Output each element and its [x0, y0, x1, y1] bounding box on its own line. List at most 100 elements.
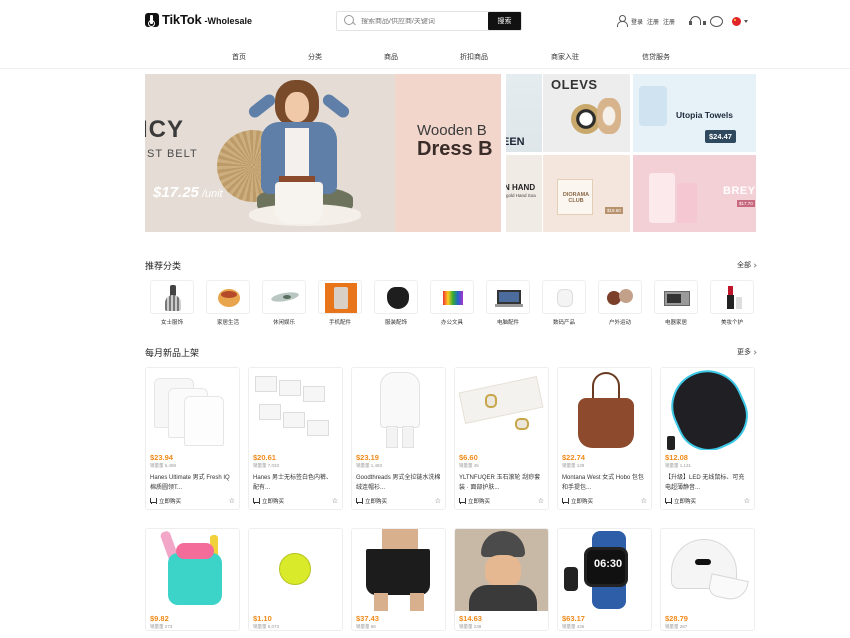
- product-card[interactable]: 06:30 $63.17 销量量 436: [557, 528, 652, 631]
- buy-now-button[interactable]: 立即购买: [562, 497, 593, 505]
- promo-tile-diorama[interactable]: DIORAMA CLUB $19.60: [543, 155, 630, 232]
- promo-tile-watch[interactable]: OLEVS: [543, 74, 630, 152]
- chat-icon[interactable]: [710, 15, 724, 27]
- nav-item-credit[interactable]: 信贷服务: [642, 52, 670, 62]
- banner-right-title: Wooden B: [417, 122, 487, 139]
- category-image: [374, 280, 418, 314]
- category-item[interactable]: 家居生活: [205, 280, 251, 326]
- category-label: 电器家居: [664, 320, 687, 326]
- product-card[interactable]: $9.82 销量量 273: [145, 528, 240, 631]
- category-item[interactable]: 户外运动: [597, 280, 643, 326]
- china-flag-icon[interactable]: [732, 16, 742, 26]
- product-name[interactable]: 【升级】LED 无线鼠标、可充电超薄静音...: [665, 473, 750, 493]
- product-name[interactable]: YLTNFUQER 玉石滚轮 刮痧套装 · 面部护肤...: [459, 473, 544, 493]
- headset-icon[interactable]: [689, 15, 707, 27]
- buy-now-label: 立即购买: [571, 499, 594, 505]
- tiktok-wholesale-logo[interactable]: TikTok -Wholesale: [145, 12, 252, 27]
- main-nav: 首页 分类 商品 折扣商品 商家入驻 信贷服务: [0, 44, 850, 69]
- login-link[interactable]: 登录: [631, 17, 643, 26]
- search-input[interactable]: [361, 17, 483, 25]
- category-item[interactable]: 电器家居: [653, 280, 699, 326]
- products-more-link[interactable]: 更多: [737, 347, 757, 357]
- product-card[interactable]: $12.08 销量量 1,131 【升级】LED 无线鼠标、可充电超薄静音...…: [660, 367, 755, 510]
- cart-icon: [356, 498, 363, 504]
- hero-banner[interactable]: ICY IST BELT $17.25 /unit Wooden B Dress…: [145, 74, 501, 232]
- categories-more-link[interactable]: 全部: [737, 260, 757, 270]
- star-icon[interactable]: ☆: [744, 498, 750, 505]
- category-item[interactable]: 女士服饰: [149, 280, 195, 326]
- category-label: 女士服饰: [160, 320, 183, 326]
- product-card[interactable]: $23.19 销量量 1,483 Goodthreads 男式全拉链水洗棉绒连帽…: [351, 367, 446, 510]
- product-name[interactable]: Hanes 男士无标签白色内裤、 配有...: [253, 473, 338, 493]
- buy-now-label: 立即购买: [365, 499, 388, 505]
- product-name[interactable]: Montana West 女式 Hobo 包包和手提包...: [562, 473, 647, 493]
- product-actions: 立即购买 ☆: [253, 497, 338, 505]
- product-sales: 销量量 6,498: [150, 463, 177, 468]
- product-image: [677, 183, 697, 223]
- category-item[interactable]: 美妆个护: [709, 280, 755, 326]
- category-item[interactable]: 办公文具: [429, 280, 475, 326]
- buy-now-button[interactable]: 立即购买: [150, 497, 181, 505]
- star-icon[interactable]: ☆: [538, 498, 544, 505]
- product-card[interactable]: $14.63 销量量 238: [454, 528, 549, 631]
- categories-title: 推荐分类: [145, 261, 182, 271]
- category-image: [318, 280, 362, 314]
- product-card[interactable]: $37.43 销量量 88: [351, 528, 446, 631]
- buy-now-button[interactable]: 立即购买: [459, 497, 490, 505]
- category-image: [150, 280, 194, 314]
- promo-tile-brand: BREYLEE: [723, 185, 756, 197]
- hero-banner-left: ICY IST BELT $17.25 /unit: [145, 74, 395, 232]
- chevron-right-icon: [752, 262, 757, 268]
- category-item[interactable]: 休闲娱乐: [261, 280, 307, 326]
- product-actions: 立即购买 ☆: [665, 497, 750, 505]
- product-card[interactable]: $23.94 销量量 6,498 Hanes Ultimate 男式 Fresh…: [145, 367, 240, 510]
- star-icon[interactable]: ☆: [435, 498, 441, 505]
- product-sales: 销量量 8,073: [253, 624, 280, 629]
- product-name[interactable]: Goodthreads 男式全拉链水洗棉绒连帽衫...: [356, 473, 441, 493]
- product-image: [352, 529, 445, 611]
- logo-subtext: -Wholesale: [204, 15, 253, 26]
- product-card[interactable]: $20.61 销量量 7,033 Hanes 男士无标签白色内裤、 配有... …: [248, 367, 343, 510]
- product-sales: 销量量 287: [665, 624, 688, 629]
- product-sales: 销量量 88: [356, 624, 376, 629]
- buy-now-button[interactable]: 立即购买: [356, 497, 387, 505]
- promo-tile[interactable]: N HAND gold Hand Soa: [506, 155, 542, 232]
- star-icon[interactable]: ☆: [332, 498, 338, 505]
- product-image: 06:30: [558, 529, 651, 611]
- star-icon[interactable]: ☆: [641, 498, 647, 505]
- tiktok-logo-icon: [145, 12, 159, 27]
- category-item[interactable]: 电脑配件: [485, 280, 531, 326]
- nav-item-discounts[interactable]: 折扣商品: [460, 52, 488, 62]
- search-button[interactable]: 搜索: [488, 12, 521, 30]
- nav-item-merchant[interactable]: 商家入驻: [551, 52, 579, 62]
- star-icon[interactable]: ☆: [229, 498, 235, 505]
- watch-image: [597, 98, 621, 134]
- product-image: [558, 368, 651, 450]
- cart-icon: [459, 498, 466, 504]
- product-card[interactable]: $6.60 销量量 45 YLTNFUQER 玉石滚轮 刮痧套装 · 面部护肤.…: [454, 367, 549, 510]
- promo-tile-breylee[interactable]: BREYLEE $17.70: [633, 155, 756, 232]
- nav-item-home[interactable]: 首页: [232, 52, 246, 62]
- buy-now-label: 立即购买: [674, 499, 697, 505]
- user-icon[interactable]: [616, 15, 628, 27]
- product-card[interactable]: $1.10 销量量 8,073: [248, 528, 343, 631]
- promo-tile-subtext: gold Hand Soa: [506, 193, 536, 198]
- buy-now-button[interactable]: 立即购买: [253, 497, 284, 505]
- product-card[interactable]: $22.74 销量量 139 Montana West 女式 Hobo 包包和手…: [557, 367, 652, 510]
- category-item[interactable]: 服装配饰: [373, 280, 419, 326]
- header-actions: 登录 注册 注册: [616, 14, 749, 28]
- category-item[interactable]: 手机配件: [317, 280, 363, 326]
- chevron-down-icon[interactable]: [744, 19, 749, 23]
- product-image: [146, 368, 239, 450]
- promo-tile-towels[interactable]: Utopia Towels $24.47: [633, 74, 756, 152]
- register-link[interactable]: 注册: [647, 17, 659, 26]
- signup-link[interactable]: 注册: [663, 17, 675, 26]
- product-name[interactable]: Hanes Ultimate 男式 Fresh IQ 棉质圆领T...: [150, 473, 235, 493]
- category-image: [542, 280, 586, 314]
- product-card[interactable]: $28.79 销量量 287: [660, 528, 755, 631]
- nav-item-categories[interactable]: 分类: [308, 52, 322, 62]
- category-item[interactable]: 数码产品: [541, 280, 587, 326]
- nav-item-products[interactable]: 商品: [384, 52, 398, 62]
- promo-tile[interactable]: EEN: [506, 74, 542, 152]
- buy-now-button[interactable]: 立即购买: [665, 497, 696, 505]
